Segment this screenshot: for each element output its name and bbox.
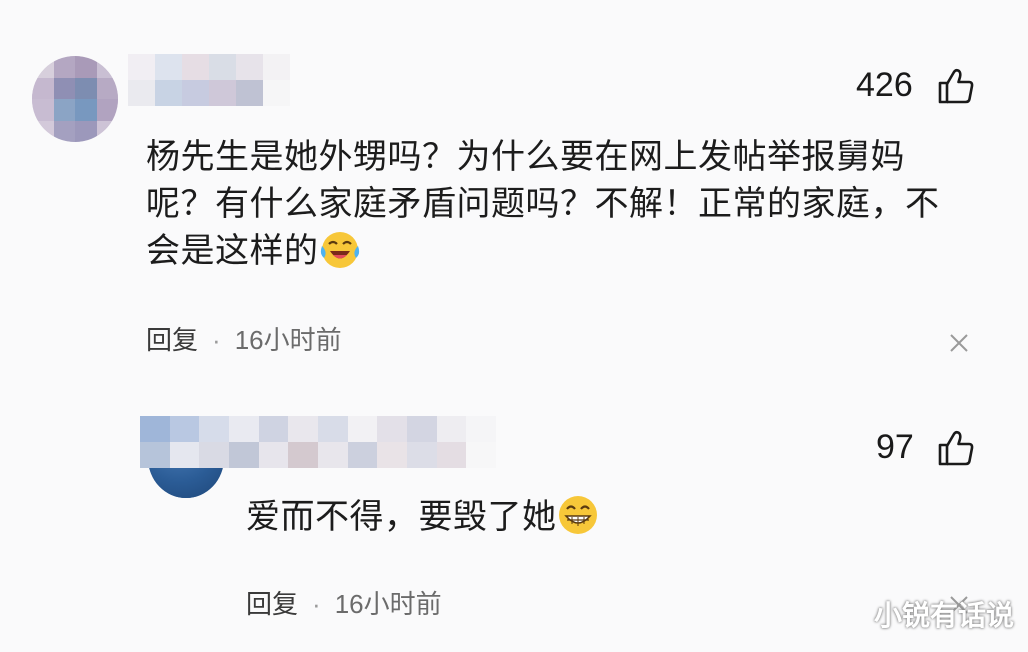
reply-button[interactable]: 回复 <box>146 325 198 355</box>
comment-text: 爱而不得，要毁了她 <box>246 494 946 541</box>
comment-meta: 回复 · 16小时前 <box>246 584 442 621</box>
timestamp: 16小时前 <box>334 589 442 619</box>
username-blurred[interactable] <box>140 416 496 468</box>
thumbs-up-icon[interactable] <box>936 428 976 468</box>
reply-button[interactable]: 回复 <box>246 589 298 619</box>
grinning-emoji <box>558 496 597 534</box>
laughing-crying-emoji <box>320 232 359 268</box>
like-count: 426 <box>856 66 913 104</box>
watermark: 小锐有话说 <box>873 599 1014 632</box>
timestamp: 16小时前 <box>234 325 342 355</box>
avatar[interactable] <box>32 56 118 142</box>
comment-text: 杨先生是她外甥吗？为什么要在网上发帖举报舅妈呢？有什么家庭矛盾问题吗？不解！正常… <box>146 134 966 275</box>
thumbs-up-icon[interactable] <box>936 66 976 106</box>
separator: · <box>212 325 221 355</box>
comment-body: 爱而不得，要毁了她 <box>246 497 557 537</box>
separator: · <box>312 589 321 619</box>
like-count: 97 <box>876 428 914 466</box>
comment-meta: 回复 · 16小时前 <box>146 320 342 357</box>
close-icon[interactable] <box>948 332 970 354</box>
comment-body: 杨先生是她外甥吗？为什么要在网上发帖举报舅妈呢？有什么家庭矛盾问题吗？不解！正常… <box>146 137 940 271</box>
username-blurred[interactable] <box>128 54 290 106</box>
